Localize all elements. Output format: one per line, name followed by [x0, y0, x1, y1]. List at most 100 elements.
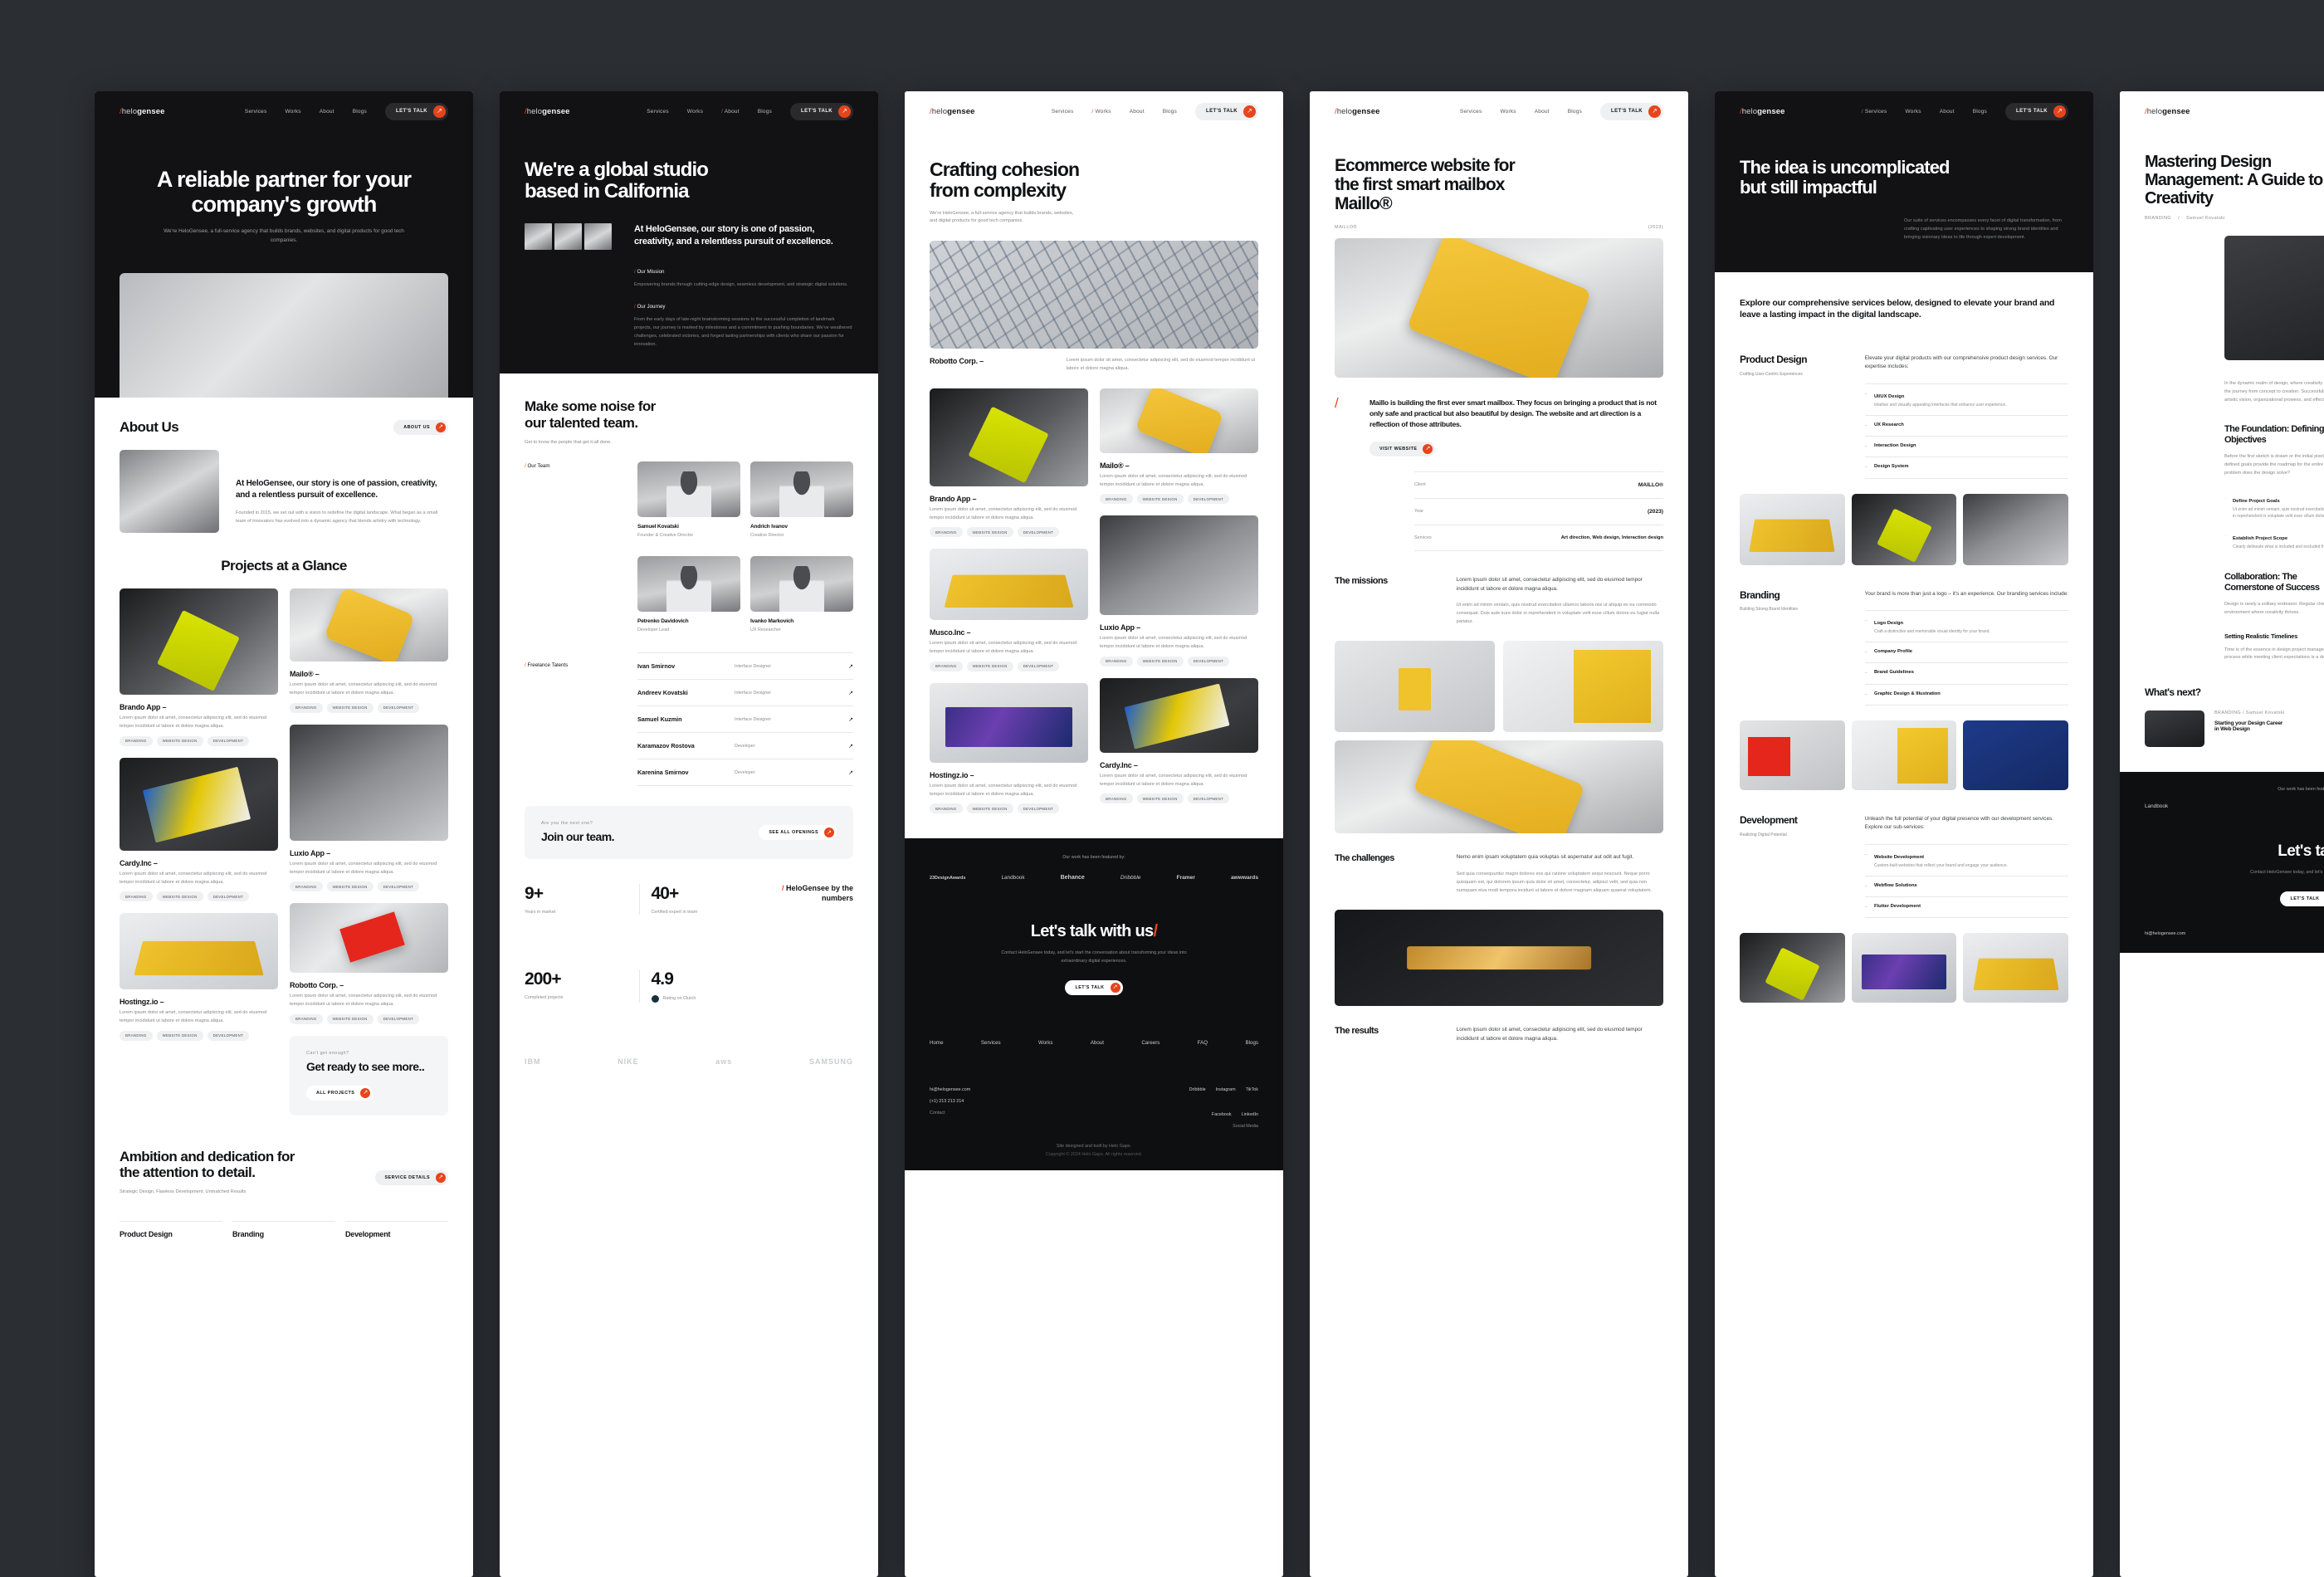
team-member[interactable]: Samuel Kovatski Founder & Creative Direc…: [637, 461, 740, 538]
footer-link-services[interactable]: Services: [981, 1040, 1001, 1046]
nav-link-about[interactable]: About: [1940, 109, 1955, 115]
team-member[interactable]: Petrenko Davidovich Developer Lead: [637, 556, 740, 632]
see-all-openings-button[interactable]: SEE ALL OPENINGS ↗: [759, 825, 837, 841]
project-image[interactable]: [120, 588, 278, 696]
freelancer-row[interactable]: Ivan Smirnov Interface Designer ↗: [637, 653, 853, 679]
nav-link-blogs[interactable]: Blogs: [758, 109, 772, 115]
page-card-about[interactable]: /helogensee Services Works / About Blogs…: [500, 91, 878, 1577]
nav-link-services[interactable]: Services: [647, 109, 669, 115]
project-image[interactable]: [930, 388, 1088, 486]
nav-link-works[interactable]: Works: [1905, 109, 1921, 115]
project-image[interactable]: [290, 724, 448, 841]
service-item[interactable]: – Website Development Custom-built websi…: [1865, 845, 2068, 876]
nav-link-blogs[interactable]: Blogs: [1973, 109, 1987, 115]
nav-link-services[interactable]: / Services: [1862, 109, 1887, 115]
freelancer-row[interactable]: Karenina Smirnov Developer ↗: [637, 759, 853, 785]
service-item-name: Webflow Solutions: [1873, 882, 1917, 888]
nav-link-services[interactable]: Services: [245, 109, 267, 115]
logo[interactable]: /helogensee: [2145, 107, 2190, 116]
footer-link-careers[interactable]: Careers: [1141, 1040, 1160, 1046]
page-card-home[interactable]: /helogensee Services Works About Blogs L…: [95, 91, 473, 1577]
nav-link-blogs[interactable]: Blogs: [353, 109, 367, 115]
visit-website-button[interactable]: VISIT WEBSITE ↗: [1370, 441, 1436, 456]
lets-talk-button[interactable]: LET'S TALK ↗: [1065, 979, 1123, 995]
footer-link-works[interactable]: Works: [1038, 1040, 1052, 1046]
logo[interactable]: /helogensee: [120, 107, 164, 116]
collab-body: Design is rarely a solitary endeavor. Re…: [2224, 601, 2324, 615]
footer-email[interactable]: hi@helogensee.com: [2145, 931, 2324, 936]
tag-development: DEVELOPMENT: [207, 1030, 250, 1041]
lets-talk-button[interactable]: LET'S TALK ↗: [1600, 102, 1663, 120]
lets-talk-button[interactable]: LET'S TALK ↗: [385, 102, 448, 120]
footer-link-faq[interactable]: FAQ: [1198, 1040, 1208, 1046]
nav-link-works[interactable]: Works: [285, 109, 300, 115]
nav-link-about[interactable]: About: [1535, 109, 1550, 115]
lets-talk-button[interactable]: LET'S TALK ↗: [2280, 891, 2324, 906]
social-tiktok[interactable]: TikTok: [1246, 1087, 1258, 1092]
nav-link-about[interactable]: About: [1130, 109, 1145, 115]
lets-talk-button[interactable]: LET'S TALK ↗: [2005, 102, 2068, 120]
service-item[interactable]: – Webflow Solutions: [1865, 876, 2068, 896]
service-item[interactable]: – UI/UX Design Intuitive and visually ap…: [1865, 384, 2068, 415]
team-member[interactable]: Andrich Ivanov Creative Director: [750, 461, 853, 538]
service-item[interactable]: – Design System: [1865, 457, 2068, 477]
hero-image-wrap: [95, 273, 473, 398]
service-item[interactable]: – Brand Guidelines: [1865, 663, 2068, 683]
logo[interactable]: /helogensee: [1335, 107, 1379, 116]
footer-email[interactable]: hi@helogensee.com: [930, 1087, 970, 1092]
footer-link-blogs[interactable]: Blogs: [1246, 1040, 1258, 1046]
service-item[interactable]: – Interaction Design: [1865, 437, 2068, 456]
team-member[interactable]: Ivanko Markovich UX Researcher: [750, 556, 853, 632]
project-image[interactable]: [120, 913, 278, 990]
about-us-button[interactable]: ABOUT US ↗: [393, 419, 448, 435]
service-item[interactable]: – Flutter Development: [1865, 897, 2068, 917]
lets-talk-button[interactable]: LET'S TALK ↗: [1195, 102, 1258, 120]
project-image[interactable]: [1100, 388, 1258, 453]
footer-link-home[interactable]: Home: [930, 1040, 944, 1046]
service-item[interactable]: – Company Profile: [1865, 642, 2068, 662]
service-item[interactable]: – Logo Design Craft a distinctive and me…: [1865, 611, 2068, 642]
all-projects-button[interactable]: ALL PROJECTS ↗: [306, 1085, 374, 1101]
page-card-blog-article[interactable]: /helogensee Services Works About Blogs M…: [2120, 91, 2324, 1577]
page-card-case-study[interactable]: /helogensee Services Works About Blogs L…: [1310, 91, 1688, 1577]
social-facebook[interactable]: Facebook: [1212, 1112, 1232, 1117]
nav-link-blogs[interactable]: Blogs: [1568, 109, 1582, 115]
nav-link-services[interactable]: Services: [1052, 109, 1074, 115]
social-linkedin[interactable]: LinkedIn: [1242, 1112, 1258, 1117]
page-card-services[interactable]: /helogensee / Services Works About Blogs…: [1715, 91, 2093, 1577]
freelancer-row[interactable]: Andreev Kovatski Interface Designer ↗: [637, 680, 853, 706]
service-details-button[interactable]: SERVICE DETAILS ↗: [374, 1169, 448, 1185]
logo[interactable]: /helogensee: [525, 107, 569, 116]
footer-phone[interactable]: (+1) 213 213 214: [930, 1099, 970, 1104]
project-image[interactable]: [290, 903, 448, 974]
project-image[interactable]: [1100, 515, 1258, 616]
project-image[interactable]: [290, 588, 448, 662]
project-image[interactable]: [120, 757, 278, 851]
nav-link-about[interactable]: About: [320, 109, 334, 115]
nav-link-works[interactable]: / Works: [1091, 109, 1111, 115]
stat-value: 200+: [525, 969, 562, 989]
footer-link-about[interactable]: About: [1091, 1040, 1104, 1046]
social-instagram[interactable]: Instagram: [1216, 1087, 1236, 1092]
nav-link-services[interactable]: Services: [1460, 109, 1482, 115]
social-dribbble[interactable]: Dribbble: [1189, 1087, 1206, 1092]
next-article-title-line1: Starting your Design Career: [2214, 720, 2283, 726]
member-role: Developer Lead: [637, 627, 670, 633]
logo[interactable]: /helogensee: [930, 107, 974, 116]
project-image[interactable]: [930, 682, 1088, 763]
freelancer-row[interactable]: Karamazov Rostova Developer ↗: [637, 733, 853, 759]
lets-talk-button[interactable]: LET'S TALK ↗: [790, 102, 853, 120]
nav-link-works[interactable]: Works: [1500, 109, 1516, 115]
service-item[interactable]: – Graphic Design & Illustration: [1865, 685, 2068, 705]
logo[interactable]: /helogensee: [1740, 107, 1784, 116]
nav-link-works[interactable]: Works: [687, 109, 703, 115]
next-article-image[interactable]: [2145, 710, 2204, 747]
nav-link-blogs[interactable]: Blogs: [1163, 109, 1177, 115]
project-image[interactable]: [1100, 677, 1258, 753]
nav-link-about[interactable]: / About: [721, 109, 740, 115]
project-image[interactable]: [930, 549, 1088, 621]
project-image[interactable]: [930, 241, 1258, 349]
page-card-works[interactable]: /helogensee Services / Works About Blogs…: [905, 91, 1283, 1577]
freelancer-row[interactable]: Samuel Kuzmin Interface Designer ↗: [637, 706, 853, 732]
service-item[interactable]: – UX Research: [1865, 416, 2068, 436]
